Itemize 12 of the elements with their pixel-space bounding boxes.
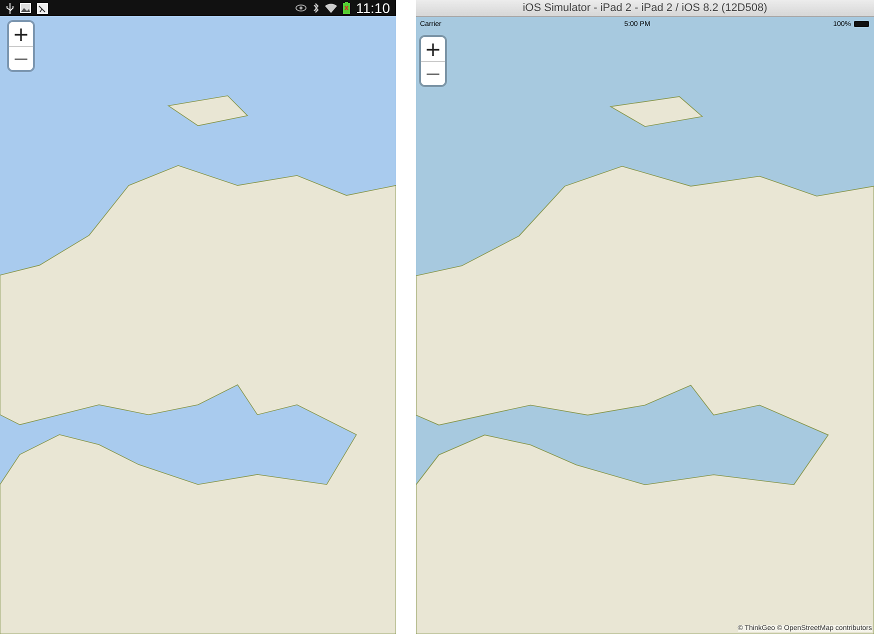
usb-icon — [6, 2, 14, 14]
wifi-icon — [325, 3, 337, 13]
zoom-out-button[interactable]: — — [421, 61, 445, 85]
image-icon — [20, 3, 31, 13]
zoom-out-button[interactable]: — — [9, 46, 33, 70]
battery-icon — [343, 2, 350, 14]
bluetooth-icon — [313, 3, 319, 13]
battery-icon — [854, 21, 870, 27]
map-tile-area[interactable]: + — — [0, 16, 396, 634]
clock: 11:10 — [356, 0, 390, 16]
eye-icon — [295, 4, 307, 12]
window-title: iOS Simulator - iPad 2 - iPad 2 / iOS 8.2 (12D508) — [522, 2, 768, 14]
